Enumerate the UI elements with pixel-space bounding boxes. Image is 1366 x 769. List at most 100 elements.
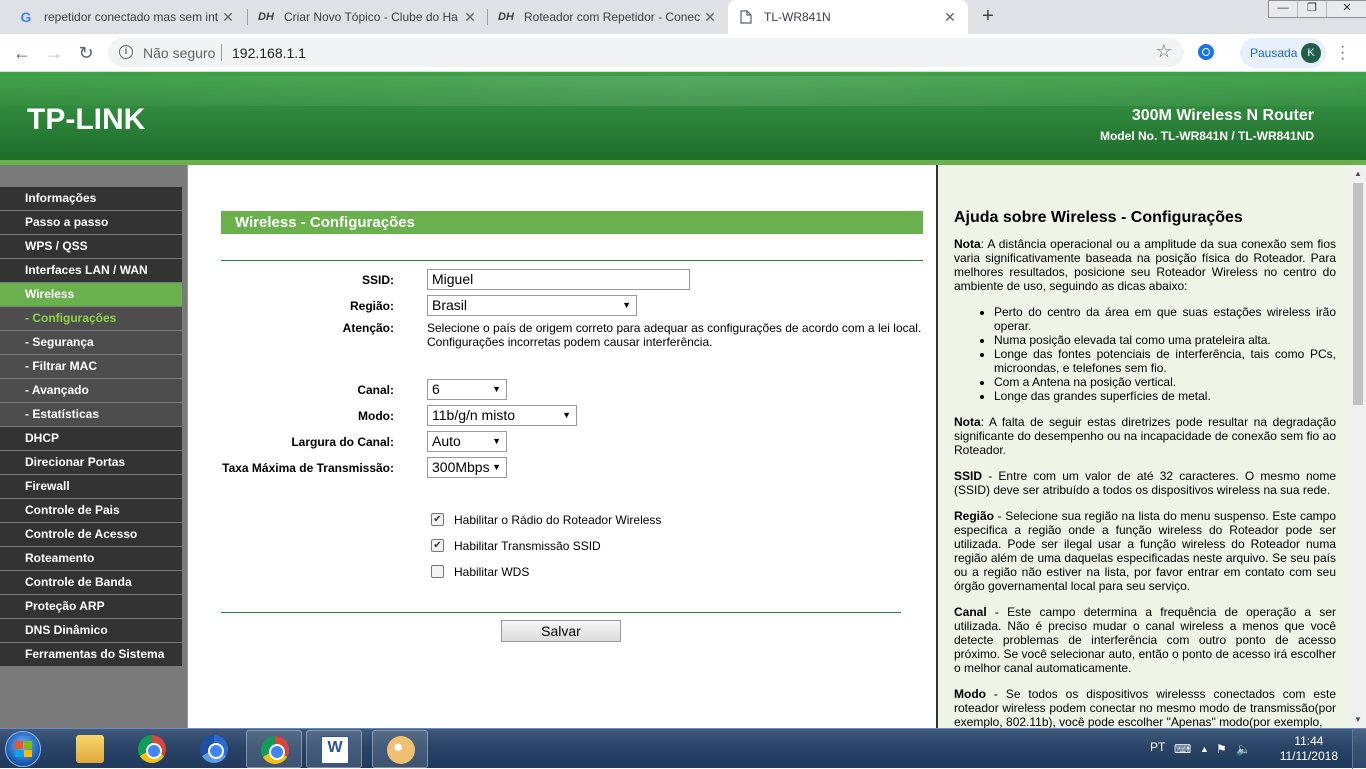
new-tab-button[interactable]: + (978, 5, 998, 29)
sidebar-item-seguranca[interactable]: - Segurança (0, 331, 187, 355)
sidebar-item-label[interactable]: Controle de Banda (0, 571, 182, 594)
radio-enable-checkbox[interactable]: ✔ (431, 513, 444, 526)
banner-highlight (0, 76, 1366, 106)
sidebar-item-label[interactable]: - Segurança (0, 331, 182, 354)
close-tab-icon[interactable]: ✕ (462, 9, 478, 26)
help-text: - Este campo determina a frequência de o… (954, 605, 1336, 675)
taxa-select[interactable]: 300Mbps ▼ (427, 457, 507, 478)
sidebar-item-wps[interactable]: WPS / QSS (0, 235, 187, 259)
wireless-settings-panel: Wireless - Configurações SSID: Miguel Re… (187, 165, 936, 728)
sidebar-item-label[interactable]: DHCP (0, 427, 182, 450)
scrollbar-thumb[interactable] (1353, 183, 1363, 405)
model-number: Model No. TL-WR841N / TL-WR841ND (1099, 129, 1314, 143)
save-button[interactable]: Salvar (501, 620, 621, 642)
sidebar-item-label[interactable]: Controle de Acesso (0, 523, 182, 546)
show-hidden-icons-icon[interactable]: ▲ (1200, 744, 1209, 754)
close-tab-icon[interactable]: ✕ (220, 9, 236, 26)
largura-select[interactable]: Auto ▼ (427, 431, 507, 452)
sidebar-item-ferramentas[interactable]: Ferramentas do Sistema (0, 643, 187, 667)
sidebar-item-label[interactable]: Proteção ARP (0, 595, 182, 618)
start-button[interactable] (5, 731, 41, 767)
taskbar-explorer[interactable] (62, 730, 118, 768)
scroll-down-icon[interactable]: ▼ (1354, 715, 1362, 724)
info-icon[interactable]: i (119, 45, 133, 59)
ssid-input[interactable]: Miguel (427, 269, 690, 290)
regiao-select[interactable]: Brasil ▼ (427, 295, 637, 316)
keyboard-icon[interactable]: ⌨ (1174, 742, 1191, 756)
browser-tab-4-active[interactable]: TL-WR841N ✕ (728, 0, 968, 34)
sidebar-item-informacoes[interactable]: Informações (0, 187, 187, 211)
show-desktop-button[interactable] (1352, 729, 1366, 769)
profile-button[interactable]: Pausada K (1240, 38, 1326, 68)
browser-tab-2[interactable]: DH Criar Novo Tópico - Clube do Ha ✕ (248, 0, 488, 34)
language-indicator[interactable]: PT (1150, 740, 1165, 754)
sidebar-item-label[interactable]: - Filtrar MAC (0, 355, 182, 378)
clock-time: 11:44 (1294, 734, 1324, 748)
url-text[interactable]: 192.168.1.1 (232, 45, 306, 61)
sidebar-item-controle-acesso[interactable]: Controle de Acesso (0, 523, 187, 547)
sidebar-item-label[interactable]: WPS / QSS (0, 235, 182, 258)
sidebar-item-interfaces[interactable]: Interfaces LAN / WAN (0, 259, 187, 283)
sidebar-item-label[interactable]: - Avançado (0, 379, 182, 402)
wds-enable-checkbox[interactable] (431, 565, 444, 578)
sidebar-item-label[interactable]: Informações (0, 187, 182, 210)
taskbar-word[interactable] (306, 730, 362, 768)
sidebar-item-estatisticas[interactable]: - Estatísticas (0, 403, 187, 427)
close-tab-icon[interactable]: ✕ (942, 9, 958, 26)
reload-icon[interactable]: ↻ (72, 40, 100, 66)
close-window-icon[interactable]: ✕ (1327, 1, 1366, 17)
sidebar-item-label[interactable]: Controle de Pais (0, 499, 182, 522)
forward-arrow-icon[interactable]: → (40, 40, 68, 66)
sidebar-item-roteamento[interactable]: Roteamento (0, 547, 187, 571)
sidebar-item-filtrar-mac[interactable]: - Filtrar MAC (0, 355, 187, 379)
scroll-up-icon[interactable]: ▲ (1354, 169, 1362, 178)
system-clock[interactable]: 11:44 11/11/2018 (1280, 734, 1338, 764)
bookmark-star-icon[interactable]: ☆ (1156, 41, 1172, 62)
sidebar-item-passo-a-passo[interactable]: Passo a passo (0, 211, 187, 235)
address-bar[interactable]: i Não seguro 192.168.1.1 ☆ (108, 38, 1184, 67)
modo-select[interactable]: 11b/g/n misto ▼ (427, 405, 577, 426)
sidebar-item-label[interactable]: Firewall (0, 475, 182, 498)
sidebar-item-label[interactable]: Roteamento (0, 547, 182, 570)
taskbar-chrome-active[interactable] (246, 730, 302, 768)
sidebar-item-controle-banda[interactable]: Controle de Banda (0, 571, 187, 595)
minimize-icon[interactable]: — (1269, 1, 1298, 17)
sidebar-item-direcionar-portas[interactable]: Direcionar Portas (0, 451, 187, 475)
taskbar-chrome-1[interactable] (124, 730, 180, 768)
divider (221, 260, 923, 261)
sidebar-item-dns-dinamico[interactable]: DNS Dinâmico (0, 619, 187, 643)
browser-tab-1[interactable]: G repetidor conectado mas sem int ✕ (8, 0, 246, 34)
sidebar-item-protecao-arp[interactable]: Proteção ARP (0, 595, 187, 619)
sidebar-item-label[interactable]: Interfaces LAN / WAN (0, 259, 182, 282)
sidebar-item-label[interactable]: DNS Dinâmico (0, 619, 182, 642)
google-icon: G (20, 9, 32, 25)
sidebar-item-dhcp[interactable]: DHCP (0, 427, 187, 451)
section-title: Wireless - Configurações (221, 211, 923, 234)
sidebar-item-label[interactable]: Wireless (0, 283, 182, 306)
restore-icon[interactable]: ❐ (1298, 1, 1327, 17)
sidebar-item-label[interactable]: Direcionar Portas (0, 451, 182, 474)
close-tab-icon[interactable]: ✕ (702, 9, 718, 26)
regiao-label: Região: (349, 299, 394, 313)
extension-icon[interactable] (1198, 44, 1214, 60)
sidebar-item-avancado[interactable]: - Avançado (0, 379, 187, 403)
back-arrow-icon[interactable]: ← (8, 40, 36, 66)
sidebar-item-label[interactable]: Passo a passo (0, 211, 182, 234)
sidebar-item-label[interactable]: Ferramentas do Sistema (0, 643, 182, 666)
canal-select[interactable]: 6 ▼ (427, 379, 507, 400)
taskbar-chrome-canary[interactable] (186, 730, 242, 768)
volume-icon[interactable]: 🔈 (1236, 742, 1251, 756)
sidebar-item-configuracoes[interactable]: - Configurações (0, 307, 187, 331)
sidebar-item-controle-pais[interactable]: Controle de Pais (0, 499, 187, 523)
sidebar-item-label[interactable]: - Configurações (0, 307, 182, 330)
page-scrollbar[interactable]: ▲ ▼ (1350, 165, 1366, 728)
ssid-broadcast-checkbox[interactable]: ✔ (431, 539, 444, 552)
action-center-flag-icon[interactable]: ⚑ (1216, 742, 1227, 756)
sidebar-item-label[interactable]: - Estatísticas (0, 403, 182, 426)
taskbar-paint[interactable] (372, 730, 428, 768)
browser-tab-3[interactable]: DH Roteador com Repetidor - Conec ✕ (488, 0, 728, 34)
security-status[interactable]: Não seguro (143, 45, 215, 61)
sidebar-item-firewall[interactable]: Firewall (0, 475, 187, 499)
sidebar-item-wireless[interactable]: Wireless (0, 283, 187, 307)
menu-dots-icon[interactable]: · · · (1340, 39, 1346, 67)
